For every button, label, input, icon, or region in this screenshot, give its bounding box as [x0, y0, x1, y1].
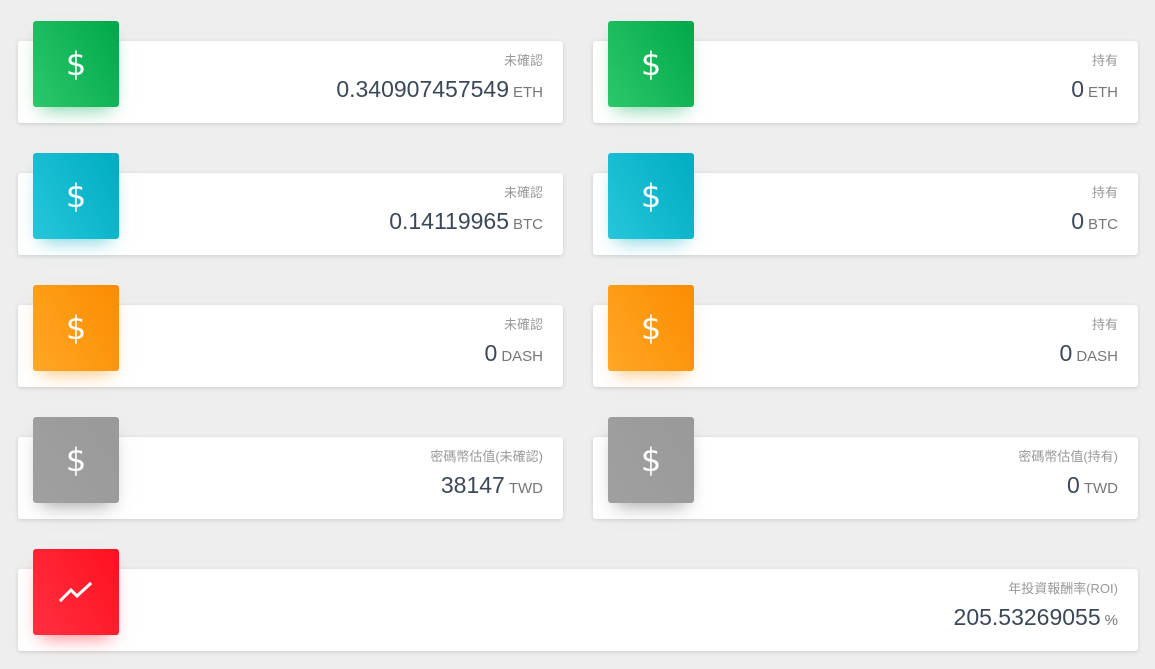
card-label: 持有	[1091, 317, 1118, 332]
card-label: 年投資報酬率(ROI)	[1008, 581, 1118, 596]
card-label: 密碼幣估值(持有)	[1018, 449, 1118, 464]
card-label: 密碼幣估值(未確認)	[430, 449, 543, 464]
card-unit: TWD	[1083, 480, 1118, 497]
eth-held-card: $ 持有 0 ETH	[593, 21, 1138, 123]
crypto-valuation-unconfirmed-card: $ 密碼幣估值(未確認) 38147 TWD	[18, 417, 563, 519]
dash-unconfirmed-card: $ 未確認 0 DASH	[18, 285, 563, 387]
card-label: 持有	[1091, 53, 1118, 68]
dollar-icon: $	[33, 417, 119, 503]
crypto-valuation-held-card: $ 密碼幣估值(持有) 0 TWD	[593, 417, 1138, 519]
dash-held-card: $ 持有 0 DASH	[593, 285, 1138, 387]
dollar-icon: $	[33, 21, 119, 107]
eth-unconfirmed-card: $ 未確認 0.340907457549 ETH	[18, 21, 563, 123]
card-value: 0	[484, 340, 498, 366]
card-unit: ETH	[1088, 84, 1118, 101]
card-value: 0.14119965	[389, 208, 509, 234]
btc-unconfirmed-card: $ 未確認 0.14119965 BTC	[18, 153, 563, 255]
dollar-icon: $	[608, 153, 694, 239]
card-value: 0	[1059, 340, 1073, 366]
dollar-icon: $	[608, 21, 694, 107]
trending-up-icon	[33, 549, 119, 635]
card-value: 0	[1067, 472, 1080, 498]
card-unit: DASH	[501, 348, 543, 365]
card-label: 未確認	[503, 317, 543, 332]
card-unit: ETH	[513, 84, 543, 101]
card-unit: BTC	[1088, 216, 1118, 233]
card-label: 持有	[1091, 185, 1118, 200]
card-unit: TWD	[508, 480, 543, 497]
dollar-icon: $	[608, 417, 694, 503]
card-label: 未確認	[503, 53, 543, 68]
card-unit: %	[1104, 612, 1118, 629]
card-value: 0.340907457549	[336, 76, 509, 102]
card-unit: BTC	[513, 216, 543, 233]
card-value: 205.53269055	[953, 604, 1101, 630]
card-value: 0	[1071, 208, 1084, 234]
card-value: 38147	[440, 472, 505, 498]
card-unit: DASH	[1076, 348, 1118, 365]
dollar-icon: $	[608, 285, 694, 371]
card-value: 0	[1071, 76, 1084, 102]
annual-roi-card: 年投資報酬率(ROI) 205.53269055%	[18, 549, 1138, 651]
dollar-icon: $	[33, 153, 119, 239]
dollar-icon: $	[33, 285, 119, 371]
card-label: 未確認	[503, 185, 543, 200]
btc-held-card: $ 持有 0 BTC	[593, 153, 1138, 255]
